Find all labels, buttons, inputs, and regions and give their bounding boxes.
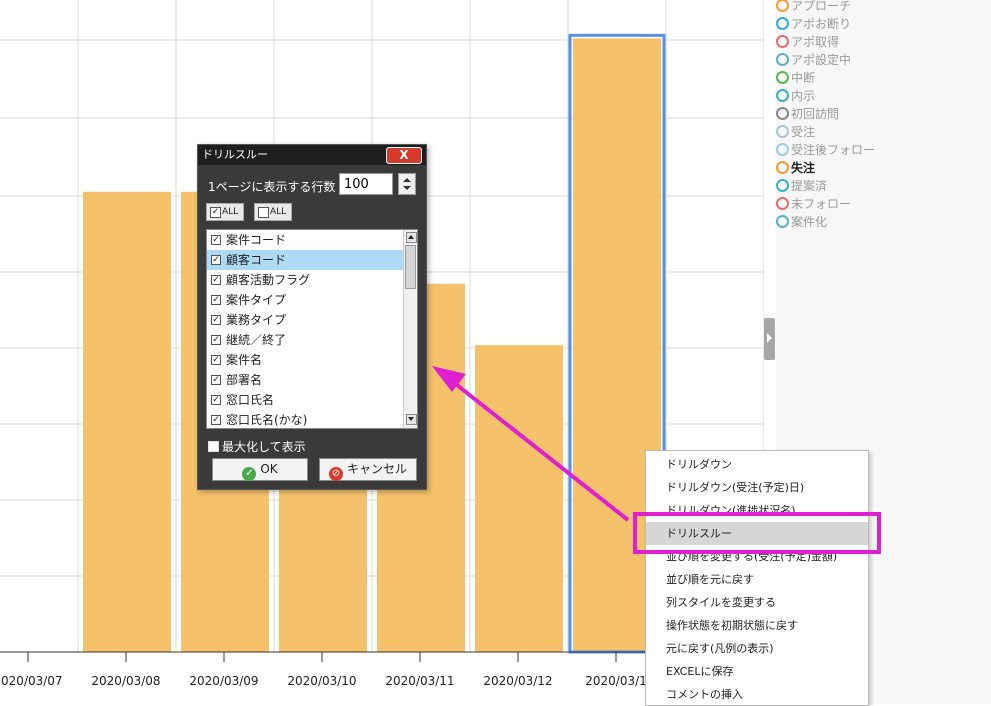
context-menu: ドリルダウン ドリルダウン(受注(予定)日) ドリルダウン(進捗状況名) ドリルスルー… [645,450,869,706]
field-label: 部署名 [226,373,263,387]
annotation-highlight-box [633,512,881,554]
cancel-label: キャンセル [346,462,407,476]
field-label: 業務タイプ [226,313,287,327]
field-label: 案件コード [226,233,287,247]
field-list-item[interactable]: ✓ 業務タイプ [207,310,403,330]
field-list-item[interactable]: ✓ 案件タイプ [207,290,403,310]
field-list-item[interactable]: ✓ 顧客活動フラグ [207,270,403,290]
cancel-button[interactable]: ⊘ キャンセル [319,458,417,481]
maximize-checkbox[interactable]: 最大化して表示 [208,438,306,455]
scroll-thumb[interactable] [405,245,416,289]
checkbox-checked-icon[interactable]: ✓ [211,375,221,385]
checkbox-checked-icon[interactable]: ✓ [211,355,221,365]
context-menu-label: 元に戻す(凡例の表示) [666,642,774,655]
rows-per-page-stepper[interactable] [398,173,416,195]
arrow-up-icon [408,235,414,239]
scroll-down-button[interactable] [406,414,417,425]
checkbox-checked-icon[interactable]: ✓ [211,335,221,345]
field-label: 窓口氏名(かな) [226,413,308,427]
ok-button[interactable]: ✓ OK [212,458,308,481]
context-menu-item[interactable]: 列スタイルを変更する [646,591,868,614]
context-menu-item[interactable]: EXCELに保存 [646,660,868,683]
field-label: 窓口氏名 [226,393,275,407]
field-list: ✓ 案件コード ✓ 顧客コード ✓ 顧客活動フラグ ✓ 案件タイプ ✓ 業務タイプ ✓ 継続／終了 ✓ 案… [206,229,418,429]
field-label: 継続／終了 [226,333,287,347]
rows-per-page-label: 1ページに表示する行数 [208,180,336,194]
scroll-up-button[interactable] [406,232,417,243]
check-all-label: ALL [222,207,239,217]
arrow-down-icon[interactable] [403,186,411,190]
check-circle-icon: ✓ [242,467,257,481]
checkbox-empty-icon [208,441,219,452]
context-menu-label: 操作状態を初期状態に戻す [666,619,798,632]
field-list-item[interactable]: ✓ 顧客コード [207,250,403,270]
ok-label: OK [260,462,278,476]
dialog-title: ドリルスルー [202,148,268,161]
field-list-item[interactable]: ✓ 窓口氏名 [207,390,403,410]
field-label: 案件名 [226,353,263,367]
field-list-item[interactable]: ✓ 案件名 [207,350,403,370]
context-menu-label: 列スタイルを変更する [666,596,776,609]
context-menu-item[interactable]: ドリルダウン(受注(予定)日) [646,476,868,499]
checkbox-checked-icon[interactable]: ✓ [211,315,221,325]
context-menu-item[interactable]: 並び順を元に戻す [646,568,868,591]
context-menu-item[interactable]: コメントの挿入 [646,683,868,706]
checkbox-checked-icon[interactable]: ✓ [211,395,221,405]
checkbox-checked-icon[interactable]: ✓ [211,275,221,285]
checkbox-checked-icon[interactable]: ✓ [211,295,221,305]
field-list-item[interactable]: ✓ 案件コード [207,230,403,250]
dialog-title-bar: ドリルスルー X [198,145,426,165]
rows-per-page-input[interactable] [339,173,393,195]
context-menu-item[interactable]: ドリルダウン [646,453,868,476]
field-label: 案件タイプ [226,293,287,307]
field-label: 顧客活動フラグ [226,273,311,287]
arrow-down-icon [408,417,414,421]
context-menu-item[interactable]: 元に戻す(凡例の表示) [646,637,868,660]
field-list-item[interactable]: ✓ 部署名 [207,370,403,390]
checkbox-checked-icon[interactable]: ✓ [211,255,221,265]
checkbox-checked-icon[interactable]: ✓ [211,235,221,245]
field-list-item[interactable]: ✓ 窓口氏名(かな) [207,410,403,428]
drillthrough-dialog: ドリルスルー X 1ページに表示する行数 ✓ ALL ALL ✓ 案件コード ✓ 顧客… [197,144,427,490]
checkbox-empty-icon [258,207,269,218]
maximize-label: 最大化して表示 [222,440,306,454]
arrow-up-icon[interactable] [403,178,411,182]
context-menu-label: 並び順を元に戻す [666,573,754,586]
context-menu-label: コメントの挿入 [666,688,743,701]
close-button[interactable]: X [386,147,422,164]
field-list-item[interactable]: ✓ 継続／終了 [207,330,403,350]
field-label: 顧客コード [226,253,287,267]
field-list-scrollbar[interactable] [403,230,417,428]
cancel-icon: ⊘ [328,467,343,481]
context-menu-label: EXCELに保存 [666,665,734,678]
context-menu-label: ドリルダウン [666,458,732,471]
uncheck-all-label: ALL [270,207,287,217]
checkbox-checked-icon[interactable]: ✓ [211,415,221,425]
check-all-button[interactable]: ✓ ALL [206,203,244,221]
uncheck-all-button[interactable]: ALL [254,203,292,221]
checkbox-checked-icon: ✓ [210,207,221,218]
context-menu-item[interactable]: 操作状態を初期状態に戻す [646,614,868,637]
context-menu-label: ドリルダウン(受注(予定)日) [666,481,805,494]
